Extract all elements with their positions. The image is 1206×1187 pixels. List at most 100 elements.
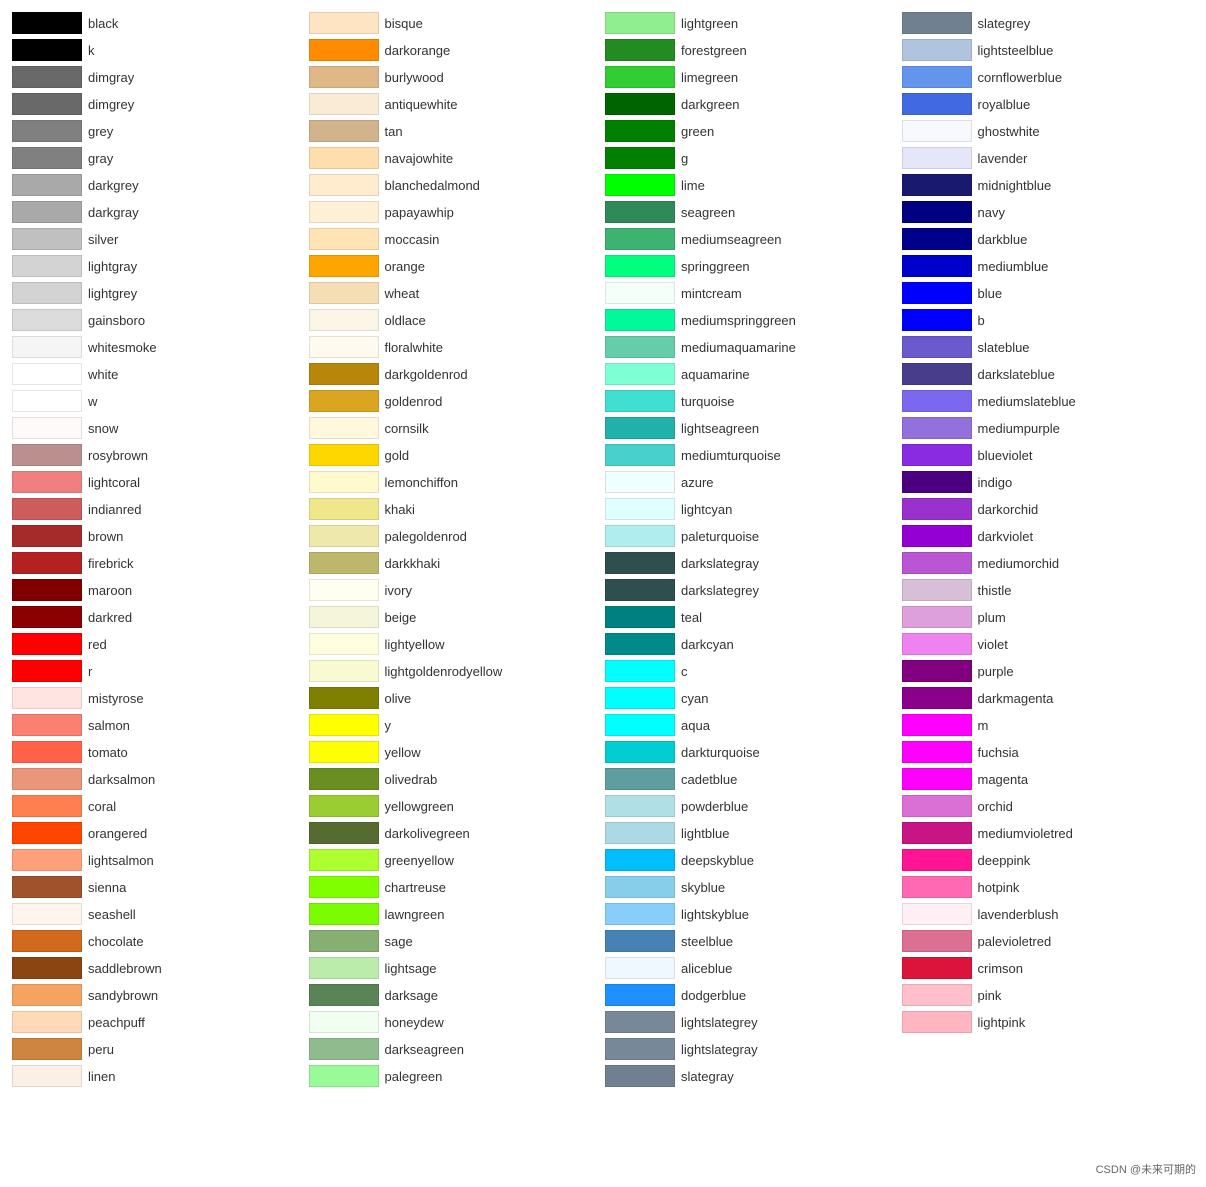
color-item: mintcream bbox=[603, 280, 900, 306]
color-swatch bbox=[12, 849, 82, 871]
color-name-label: cyan bbox=[681, 691, 708, 706]
color-item: deeppink bbox=[900, 847, 1197, 873]
color-name-label: linen bbox=[88, 1069, 115, 1084]
color-swatch bbox=[309, 39, 379, 61]
color-swatch bbox=[605, 606, 675, 628]
color-swatch bbox=[605, 822, 675, 844]
color-swatch bbox=[902, 903, 972, 925]
color-item: darkslategray bbox=[603, 550, 900, 576]
color-item: lightsage bbox=[307, 955, 604, 981]
color-item: indigo bbox=[900, 469, 1197, 495]
color-name-label: seagreen bbox=[681, 205, 735, 220]
color-swatch bbox=[12, 930, 82, 952]
color-swatch bbox=[309, 471, 379, 493]
color-item: rosybrown bbox=[10, 442, 307, 468]
color-swatch bbox=[12, 66, 82, 88]
color-item: navy bbox=[900, 199, 1197, 225]
color-name-label: darkslategray bbox=[681, 556, 759, 571]
color-swatch bbox=[605, 417, 675, 439]
color-swatch bbox=[605, 66, 675, 88]
color-name-label: olive bbox=[385, 691, 412, 706]
color-swatch bbox=[12, 12, 82, 34]
color-swatch bbox=[605, 525, 675, 547]
color-swatch bbox=[605, 282, 675, 304]
color-item: teal bbox=[603, 604, 900, 630]
color-item: skyblue bbox=[603, 874, 900, 900]
color-swatch bbox=[902, 417, 972, 439]
color-item: azure bbox=[603, 469, 900, 495]
color-name-label: ghostwhite bbox=[978, 124, 1040, 139]
color-item: maroon bbox=[10, 577, 307, 603]
color-swatch bbox=[605, 768, 675, 790]
color-item: honeydew bbox=[307, 1009, 604, 1035]
color-item: sienna bbox=[10, 874, 307, 900]
color-swatch bbox=[12, 984, 82, 1006]
color-name-label: rosybrown bbox=[88, 448, 148, 463]
color-name-label: m bbox=[978, 718, 989, 733]
color-name-label: forestgreen bbox=[681, 43, 747, 58]
color-item: aliceblue bbox=[603, 955, 900, 981]
color-swatch bbox=[12, 822, 82, 844]
color-item: lightsalmon bbox=[10, 847, 307, 873]
color-name-label: floralwhite bbox=[385, 340, 444, 355]
color-name-label: fuchsia bbox=[978, 745, 1019, 760]
color-item: dimgrey bbox=[10, 91, 307, 117]
color-item: lawngreen bbox=[307, 901, 604, 927]
color-name-label: dodgerblue bbox=[681, 988, 746, 1003]
color-name-label: lightskyblue bbox=[681, 907, 749, 922]
color-item: lightgrey bbox=[10, 280, 307, 306]
color-item: slateblue bbox=[900, 334, 1197, 360]
color-swatch bbox=[12, 309, 82, 331]
color-name-label: mediumaquamarine bbox=[681, 340, 796, 355]
color-item: y bbox=[307, 712, 604, 738]
color-item: r bbox=[10, 658, 307, 684]
color-swatch bbox=[605, 1038, 675, 1060]
color-name-label: maroon bbox=[88, 583, 132, 598]
color-name-label: aquamarine bbox=[681, 367, 750, 382]
color-item: dimgray bbox=[10, 64, 307, 90]
color-item: darkslategrey bbox=[603, 577, 900, 603]
color-name-label: steelblue bbox=[681, 934, 733, 949]
color-swatch bbox=[902, 822, 972, 844]
color-swatch bbox=[605, 687, 675, 709]
color-item: mediumaquamarine bbox=[603, 334, 900, 360]
color-swatch bbox=[12, 417, 82, 439]
color-swatch bbox=[605, 147, 675, 169]
color-item: ivory bbox=[307, 577, 604, 603]
color-name-label: goldenrod bbox=[385, 394, 443, 409]
color-swatch bbox=[902, 363, 972, 385]
color-column-3: slategreylightsteelbluecornflowerblueroy… bbox=[900, 10, 1197, 1089]
color-item: mediumblue bbox=[900, 253, 1197, 279]
color-name-label: blue bbox=[978, 286, 1003, 301]
color-swatch bbox=[12, 120, 82, 142]
color-item: sage bbox=[307, 928, 604, 954]
color-name-label: lightsalmon bbox=[88, 853, 154, 868]
color-name-label: magenta bbox=[978, 772, 1029, 787]
color-swatch bbox=[605, 876, 675, 898]
color-name-label: orangered bbox=[88, 826, 147, 841]
color-item: tan bbox=[307, 118, 604, 144]
color-item: firebrick bbox=[10, 550, 307, 576]
color-swatch bbox=[12, 795, 82, 817]
color-item: dodgerblue bbox=[603, 982, 900, 1008]
color-swatch bbox=[605, 714, 675, 736]
color-item: darkred bbox=[10, 604, 307, 630]
color-swatch bbox=[309, 984, 379, 1006]
color-item: olive bbox=[307, 685, 604, 711]
color-swatch bbox=[605, 39, 675, 61]
color-swatch bbox=[902, 471, 972, 493]
color-item: lightseagreen bbox=[603, 415, 900, 441]
color-name-label: navy bbox=[978, 205, 1005, 220]
color-swatch bbox=[309, 714, 379, 736]
color-item: pink bbox=[900, 982, 1197, 1008]
color-name-label: springgreen bbox=[681, 259, 750, 274]
color-item: lightgoldenrodyellow bbox=[307, 658, 604, 684]
color-item: darkgray bbox=[10, 199, 307, 225]
color-item: paleturquoise bbox=[603, 523, 900, 549]
color-name-label: darkgray bbox=[88, 205, 139, 220]
color-item: gray bbox=[10, 145, 307, 171]
color-swatch bbox=[309, 741, 379, 763]
color-item: palevioletred bbox=[900, 928, 1197, 954]
color-swatch bbox=[605, 120, 675, 142]
color-item: seashell bbox=[10, 901, 307, 927]
